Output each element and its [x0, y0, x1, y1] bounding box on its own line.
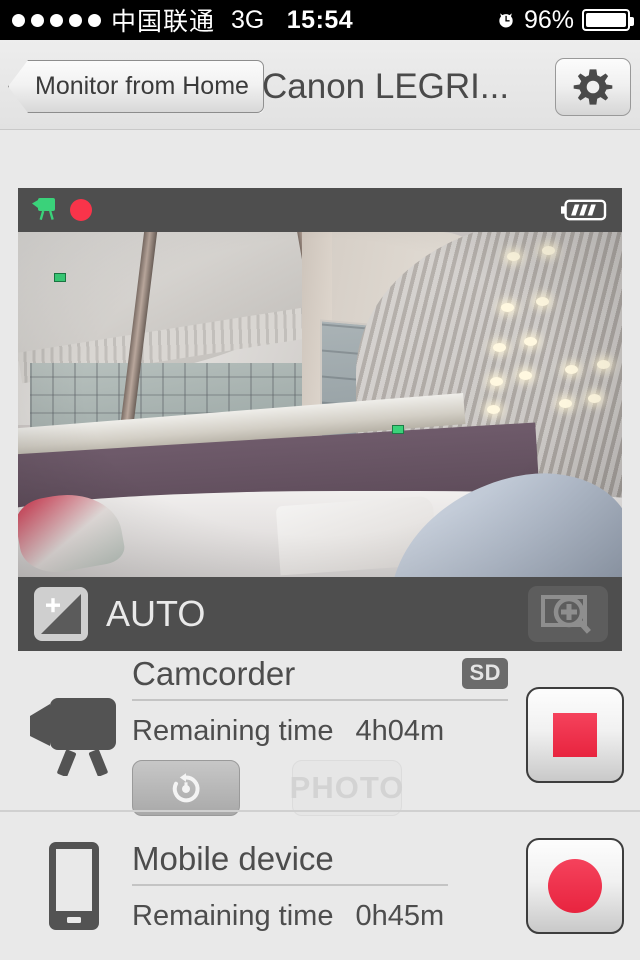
live-video-frame[interactable] — [18, 232, 622, 577]
exposure-compensation-icon[interactable] — [34, 587, 88, 641]
exposure-glyph-icon — [41, 594, 81, 634]
device-title: Camcorder — [132, 654, 296, 692]
app-root: 中国联通 3G 15:54 96% Monitor from Home Cano… — [0, 0, 640, 960]
camcorder-action-buttons: PHOTO — [132, 759, 508, 816]
device-title: Mobile device — [132, 839, 334, 877]
self-timer-icon — [172, 772, 200, 802]
live-view-panel[interactable]: AUTO — [18, 188, 622, 651]
back-button[interactable]: Monitor from Home — [8, 60, 264, 113]
remaining-time-value: 0h45m — [355, 899, 445, 932]
device-row-camcorder: Camcorder SD Remaining time 4h04m PHOTO — [0, 655, 640, 816]
camcorder-icon — [32, 198, 55, 221]
live-view-controls: AUTO — [18, 577, 622, 651]
exposure-mode-label: AUTO — [106, 593, 206, 634]
device-list: Camcorder SD Remaining time 4h04m PHOTO … — [0, 655, 640, 960]
camcorder-info: Camcorder SD Remaining time 4h04m PHOTO — [132, 655, 518, 816]
recording-status — [30, 197, 92, 223]
settings-button[interactable] — [555, 58, 631, 116]
record-indicator-dot — [70, 199, 92, 221]
gear-icon — [573, 69, 613, 105]
record-circle-icon — [548, 859, 602, 913]
battery-status-icon — [582, 9, 634, 31]
camcorder-stop-button[interactable] — [526, 687, 624, 783]
mobile-phone-icon — [16, 836, 132, 936]
alarm-clock-icon — [499, 13, 513, 28]
mobile-remaining-time: Remaining time 0h45m — [132, 900, 448, 933]
magnify-plus-icon — [541, 595, 591, 634]
camcorder-title-row: Camcorder SD — [132, 655, 508, 701]
digital-zoom-button[interactable] — [528, 586, 608, 642]
scene-vignette — [18, 232, 622, 577]
remaining-time-value: 4h04m — [355, 714, 445, 747]
stop-square-icon — [553, 713, 597, 757]
remaining-time-label: Remaining time — [132, 899, 334, 932]
battery-3-bars-icon — [561, 199, 607, 221]
camcorder-tripod-icon — [16, 694, 132, 776]
photo-capture-button[interactable]: PHOTO — [290, 759, 403, 816]
self-timer-button[interactable] — [132, 759, 240, 816]
sd-card-badge: SD — [462, 657, 508, 689]
camcorder-remaining-time: Remaining time 4h04m — [132, 715, 508, 748]
mobile-info: Mobile device Remaining time 0h45m — [132, 840, 518, 933]
mobile-record-button[interactable] — [526, 838, 624, 934]
battery-percent-label: 96% — [523, 5, 574, 34]
device-row-mobile: Mobile device Remaining time 0h45m — [0, 810, 640, 960]
status-bar-right: 96% — [496, 0, 634, 40]
live-view-status-bar — [18, 188, 622, 232]
status-bar: 中国联通 3G 15:54 96% — [0, 0, 640, 40]
page-title: Canon LEGRI... — [262, 66, 510, 106]
remaining-time-label: Remaining time — [132, 714, 334, 747]
navigation-bar: Monitor from Home Canon LEGRI... — [0, 40, 640, 130]
mobile-title-row: Mobile device — [132, 840, 448, 886]
